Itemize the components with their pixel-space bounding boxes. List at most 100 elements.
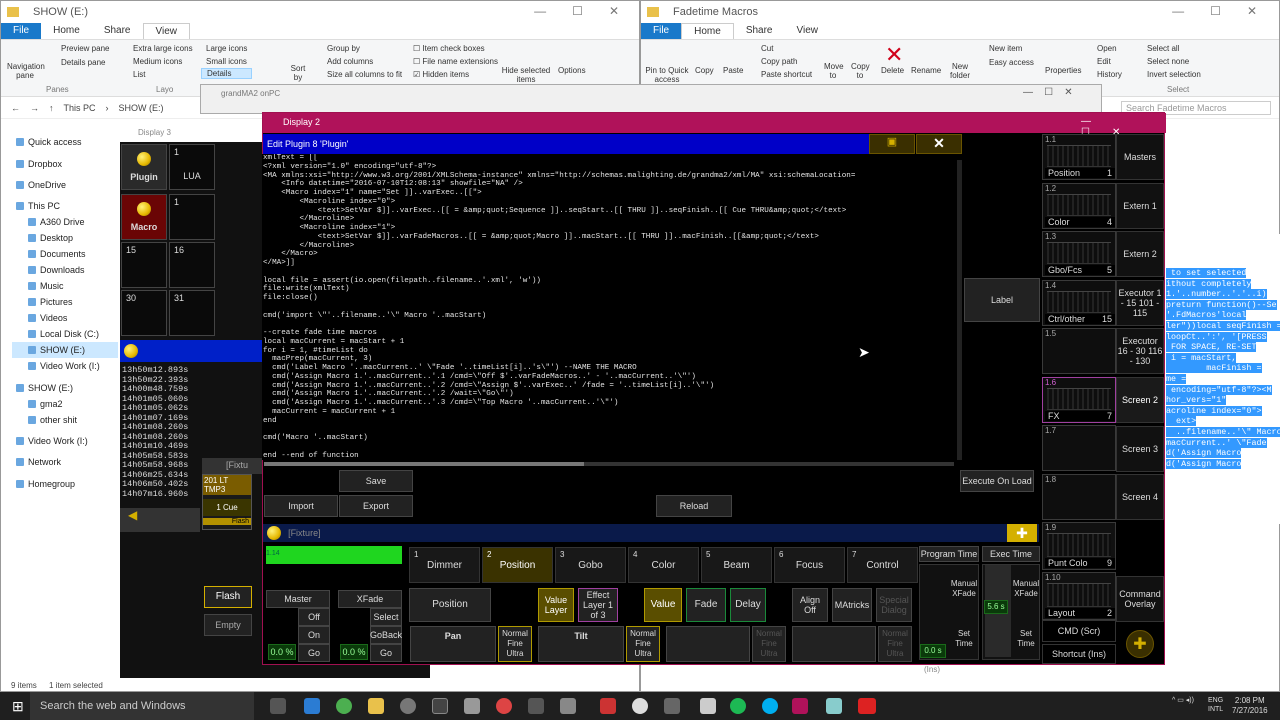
app-icon-4[interactable] [496,698,512,714]
value-button[interactable]: Value [644,588,682,622]
tab-home[interactable]: Home [681,23,734,39]
hide-selected-button[interactable]: Hide selected items [501,66,551,84]
preset-1.5[interactable]: 1.5 [1042,328,1116,374]
layout-details[interactable]: Details [201,68,253,79]
cmd-button[interactable]: CMD (Scr) [1042,620,1116,642]
app-icon-12[interactable] [858,698,876,714]
add-columns-button[interactable]: Add columns [327,57,373,66]
macro-slot-30[interactable]: 30 [121,290,167,336]
app-icon-8[interactable] [632,698,648,714]
navigation-pane-button[interactable]: Navigation pane [7,62,45,80]
layout-large[interactable]: Large icons [206,44,247,53]
set-time-2[interactable]: Set Time [1012,628,1040,650]
manual-xfade-1[interactable]: Manual XFade [950,578,978,600]
tab-view[interactable]: View [785,23,831,39]
app-icon-9[interactable] [664,698,680,714]
skype-icon[interactable] [762,698,778,714]
back-icon[interactable]: ← [11,103,20,113]
preset-1.9[interactable]: 1.9 Punt Colo 9 [1042,522,1116,570]
language-indicator[interactable]: ENG INTL [1208,696,1223,714]
layout-list[interactable]: List [133,70,145,79]
preset-1.10[interactable]: 1.10 Layout 2 [1042,572,1116,620]
align-off-button[interactable]: Align Off [792,588,828,622]
edge-icon[interactable] [304,698,320,714]
app-icon-11[interactable] [826,698,842,714]
paste-button[interactable]: Paste [723,66,743,75]
tab-share[interactable]: Share [92,23,143,39]
view-button-2[interactable]: Extern 2 [1116,231,1164,278]
plugin-pool-button[interactable]: Plugin [121,144,167,190]
view-button-4[interactable]: Executor 16 - 30 116 - 130 [1116,328,1164,375]
nav-item[interactable]: Quick access [0,134,118,150]
feature-tab-position[interactable]: 2 Position [482,547,553,583]
item-checkboxes[interactable]: ☐ Item check boxes [413,44,485,53]
label-button[interactable]: Label [964,278,1040,322]
layout-xl[interactable]: Extra large icons [133,44,193,53]
feature-tab-control[interactable]: 7 Control [847,547,918,583]
paste-shortcut-button[interactable]: Paste shortcut [761,70,812,79]
app-icon-5[interactable] [528,698,544,714]
nav-item[interactable]: Video Work (I:) [0,433,118,449]
up-icon[interactable]: ↑ [49,103,54,113]
encoder-4-resolution[interactable]: Normal Fine Ultra [878,626,912,662]
execute-on-load-button[interactable]: Execute On Load [960,470,1034,492]
nav-item[interactable]: Video Work (I:) [12,358,118,374]
search-bar[interactable]: Search the web and Windows [30,692,254,720]
preview-pane-button[interactable]: Preview pane [61,44,109,53]
nav-item[interactable]: Pictures [12,294,118,310]
layout-small[interactable]: Small icons [206,57,247,66]
file-explorer-icon[interactable] [368,698,384,714]
import-button[interactable]: Import [264,495,338,517]
effect-layer-button[interactable]: Effect Layer 1 of 3 [578,588,618,622]
save-button[interactable]: Save [339,470,413,492]
shortcut-button[interactable]: Shortcut (Ins) [1042,644,1116,664]
nav-item[interactable]: Network [0,454,118,470]
view-button-1[interactable]: Extern 1 [1116,182,1164,229]
encoder-3-resolution[interactable]: Normal Fine Ultra [752,626,786,662]
macro-slot-1[interactable]: 1 [169,194,215,240]
position-button[interactable]: Position [409,588,491,622]
layout-medium[interactable]: Medium icons [133,57,182,66]
hidden-items-checkbox[interactable]: ☑ Hidden items [413,70,469,79]
copy-button[interactable]: Copy [695,66,714,75]
tilt-encoder[interactable]: Tilt [538,626,624,662]
app-icon-2[interactable] [432,698,448,714]
encoder-4[interactable] [792,626,876,662]
nav-item[interactable]: Videos [12,310,118,326]
nav-item[interactable]: Downloads [12,262,118,278]
macro-slot-31[interactable]: 31 [169,290,215,336]
macro-slot-16[interactable]: 16 [169,242,215,288]
breadcrumb-thispc[interactable]: This PC [64,103,96,113]
options-button[interactable]: Options [558,66,586,75]
feature-tab-dimmer[interactable]: 1 Dimmer [409,547,480,583]
nav-item[interactable]: Homegroup [0,476,118,492]
windows-start-icon[interactable]: ⊞ [12,698,24,715]
export-button[interactable]: Export [339,495,413,517]
select-none-button[interactable]: Select none [1147,57,1189,66]
fixture-tab[interactable]: [Fixtu [202,458,262,474]
pan-encoder[interactable]: Pan [410,626,496,662]
tab-home[interactable]: Home [41,23,92,39]
view-button-5[interactable]: Screen 2 [1116,377,1164,423]
preset-1.2[interactable]: 1.2 Color 4 [1042,182,1116,229]
task-view-icon[interactable] [270,698,286,714]
maximize-icon[interactable]: ☐ [572,4,583,18]
tab-file[interactable]: File [1,23,42,39]
details-pane-button[interactable]: Details pane [61,58,105,67]
manual-xfade-2[interactable]: Manual XFade [1012,578,1040,600]
size-columns-button[interactable]: Size all columns to fit [327,70,402,79]
preset-1.4[interactable]: 1.4 Ctrl/other 15 [1042,279,1116,326]
clock[interactable]: 2:08 PM 7/27/2016 [1232,696,1268,716]
tab-file[interactable]: File [641,23,682,39]
delay-button[interactable]: Delay [730,588,766,622]
nav-item[interactable]: This PC [0,198,118,214]
executor-201[interactable]: 201 LT TMP3 1 Cue Flash [202,474,252,530]
code-scrollbar[interactable] [957,160,962,460]
group-by-button[interactable]: Group by [327,44,360,53]
cut-button[interactable]: Cut [761,44,773,53]
select-button[interactable]: Select [370,608,402,626]
nav-item[interactable]: OneDrive [0,177,118,193]
view-button-7[interactable]: Screen 4 [1116,474,1164,521]
app-icon-3[interactable] [464,698,480,714]
view-button-3[interactable]: Executor 1 - 15 101 - 115 [1116,279,1164,326]
